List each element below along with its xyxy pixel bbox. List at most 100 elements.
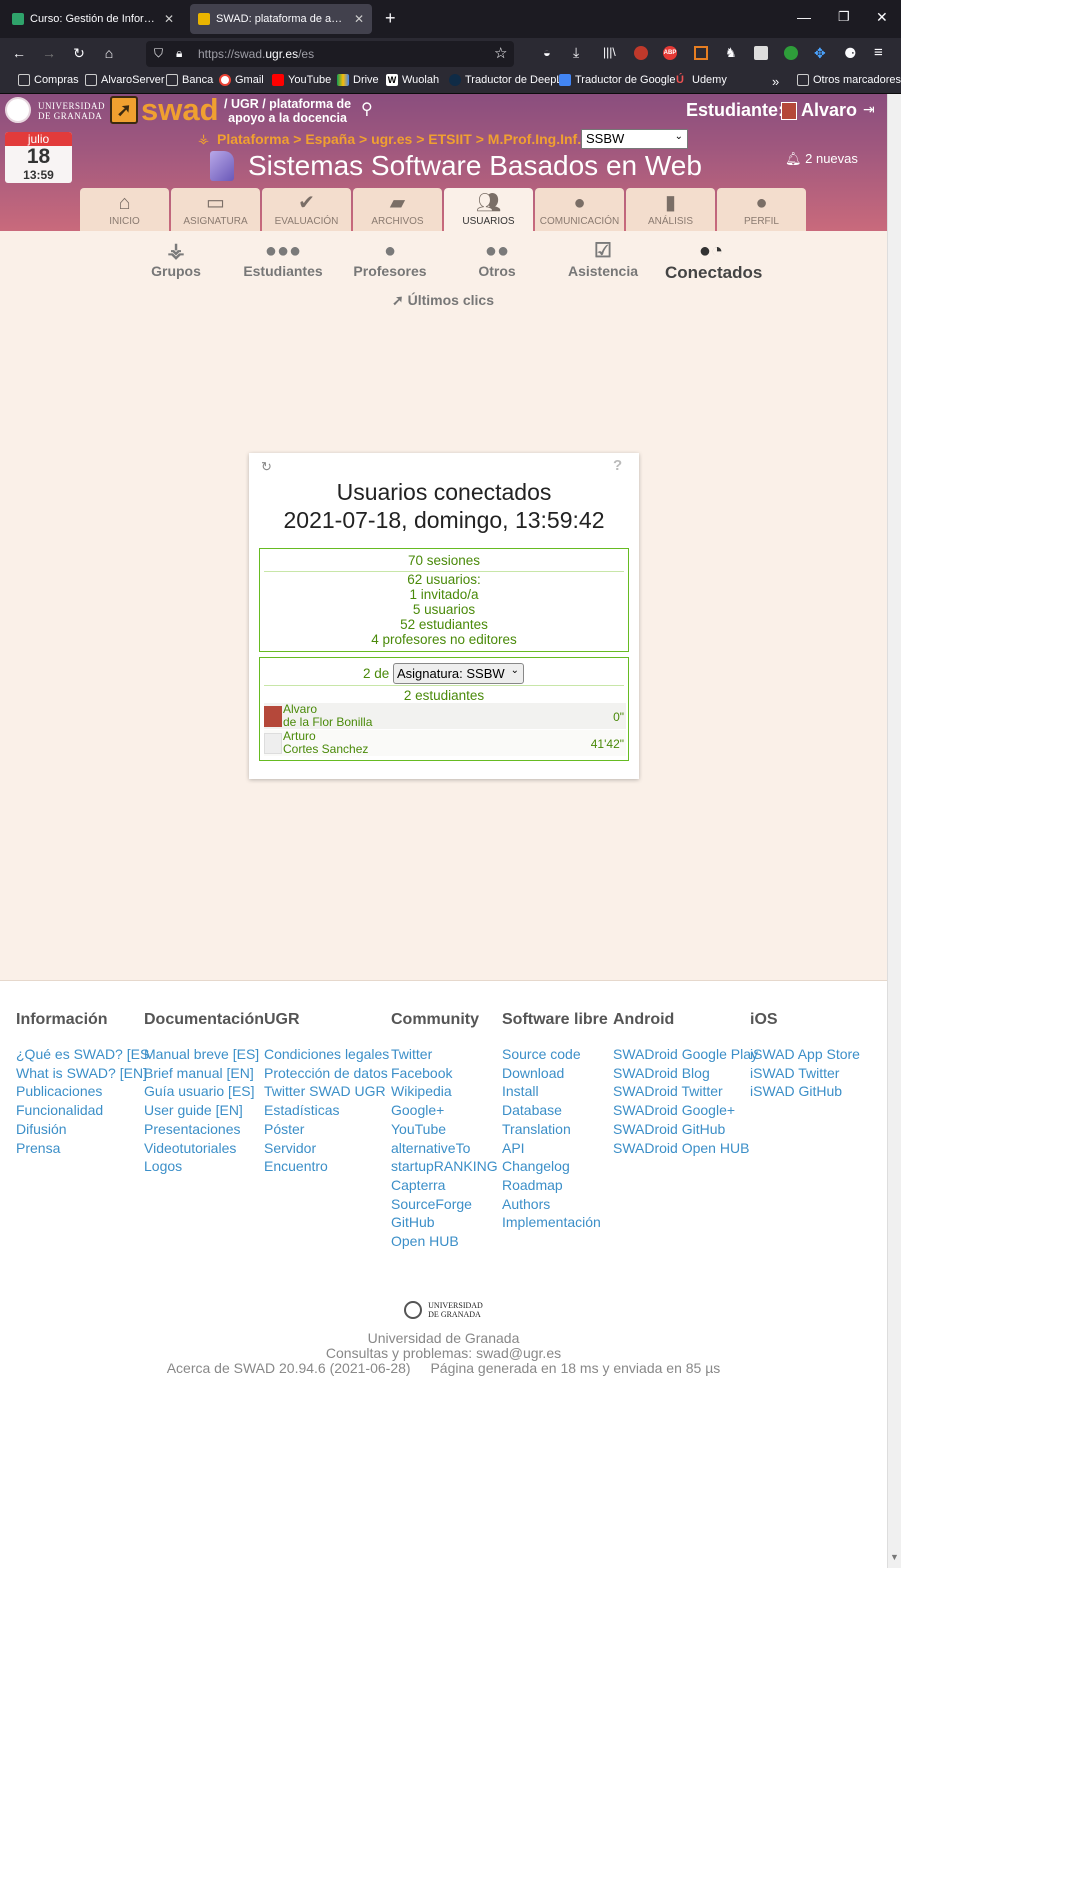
bookmark[interactable]: Gmail — [219, 74, 264, 86]
search-icon[interactable]: ⚲ — [361, 99, 373, 119]
footer-link[interactable]: Servidor — [264, 1139, 389, 1158]
user-name[interactable]: Alvaro — [801, 100, 857, 121]
library-icon[interactable]: |||\ — [603, 45, 616, 59]
footer-link[interactable]: Prensa — [16, 1139, 149, 1158]
subtab-profesores[interactable]: ● Profesores — [345, 239, 435, 279]
lock-icon[interactable]: 🔒︎ — [176, 46, 182, 61]
bookmark-star-icon[interactable]: ☆ — [494, 44, 507, 62]
ugr-crest-icon[interactable] — [5, 97, 31, 123]
footer-link[interactable]: Roadmap — [502, 1176, 608, 1195]
other-bookmarks[interactable]: Otros marcadores — [797, 74, 901, 86]
footer-link[interactable]: Estadísticas — [264, 1101, 389, 1120]
user-full-name[interactable]: Alvaro de la Flor Bonilla — [283, 703, 372, 729]
tab-asignatura[interactable]: ▭ ASIGNATURA — [171, 188, 260, 231]
footer-link[interactable]: iSWAD App Store — [750, 1045, 860, 1064]
swad-logo-text[interactable]: swad — [141, 94, 219, 128]
subtab-otros[interactable]: ●● Otros — [452, 239, 542, 279]
bookmark[interactable]: Traductor de Google — [559, 74, 675, 86]
forward-icon[interactable]: → — [37, 45, 61, 61]
footer-link[interactable]: SWADroid Open HUB — [613, 1139, 758, 1158]
footer-link[interactable]: Videotutoriales — [144, 1139, 264, 1158]
bookmark-folder[interactable]: Banca — [166, 74, 213, 86]
pocket-icon[interactable]: ◒ — [543, 45, 551, 60]
tab-evaluación[interactable]: ✔ EVALUACIÓN — [262, 188, 351, 231]
footer-link[interactable]: ¿Qué es SWAD? [ES — [16, 1045, 149, 1064]
footer-link[interactable]: Implementación — [502, 1213, 608, 1232]
restore-icon[interactable]: ❐ — [838, 9, 850, 25]
footer-link[interactable]: GitHub — [391, 1213, 498, 1232]
back-icon[interactable]: ← — [7, 45, 31, 61]
last-clicks-link[interactable]: ➚ Últimos clics — [392, 292, 494, 309]
refresh-icon[interactable]: ↻ — [261, 459, 272, 475]
adblock-icon[interactable]: ABP — [663, 46, 677, 60]
footer-link[interactable]: API — [502, 1139, 608, 1158]
extension-icon[interactable] — [784, 46, 798, 60]
footer-link[interactable]: Logos — [144, 1157, 264, 1176]
menu-icon[interactable]: ≡ — [874, 44, 883, 61]
tab-análisis[interactable]: ▮ ANÁLISIS — [626, 188, 715, 231]
scroll-down-icon[interactable]: ▼ — [890, 1552, 899, 1562]
footer-link[interactable]: Source code — [502, 1045, 608, 1064]
footer-link[interactable]: Difusión — [16, 1120, 149, 1139]
connected-user-row[interactable]: Alvaro de la Flor Bonilla 0" — [264, 703, 626, 729]
subtab-conectados[interactable]: ●◔ Conectados — [665, 239, 762, 283]
window-close-icon[interactable]: ✕ — [876, 9, 888, 26]
notifications[interactable]: 🔔︎ 2 nuevas — [785, 151, 858, 167]
more-bookmarks-icon[interactable]: » — [772, 74, 779, 89]
extension-icon[interactable]: ✥ — [814, 45, 826, 62]
browser-tab-active[interactable]: SWAD: plataforma de apoyo a la docencia … — [190, 4, 372, 34]
extension-icon[interactable]: ♞ — [725, 45, 737, 61]
footer-link[interactable]: Protección de datos — [264, 1064, 389, 1083]
footer-contact[interactable]: Consultas y problemas: swad@ugr.es — [0, 1346, 887, 1361]
footer-link[interactable]: Download — [502, 1064, 608, 1083]
footer-link[interactable]: Capterra — [391, 1176, 498, 1195]
tab-perfil[interactable]: ● PERFIL — [717, 188, 806, 231]
help-icon[interactable]: ? — [613, 457, 622, 474]
subtab-asistencia[interactable]: ☑ Asistencia — [558, 239, 648, 279]
footer-link[interactable]: Twitter — [391, 1045, 498, 1064]
subtab-grupos[interactable]: ⚶ Grupos — [131, 239, 221, 279]
user-full-name[interactable]: Arturo Cortes Sanchez — [283, 730, 368, 756]
footer-link[interactable]: SWADroid Twitter — [613, 1082, 758, 1101]
footer-link[interactable]: User guide [EN] — [144, 1101, 264, 1120]
footer-link[interactable]: What is SWAD? [EN] — [16, 1064, 149, 1083]
footer-link[interactable]: Install — [502, 1082, 608, 1101]
ugr-logo-text[interactable]: UNIVERSIDAD DE GRANADA — [38, 101, 105, 121]
footer-university[interactable]: Universidad de Granada — [0, 1331, 887, 1346]
close-tab-icon[interactable]: ✕ — [354, 12, 364, 26]
bookmark[interactable]: Drive — [337, 74, 379, 86]
footer-link[interactable]: Póster — [264, 1120, 389, 1139]
footer-link[interactable]: YouTube — [391, 1120, 498, 1139]
footer-link[interactable]: Encuentro — [264, 1157, 389, 1176]
shield-icon[interactable]: ⛉ — [154, 46, 163, 61]
url-text[interactable]: https://swad.ugr.es/es — [198, 47, 314, 61]
subtab-estudiantes[interactable]: ●●● Estudiantes — [238, 239, 328, 279]
extension-icon[interactable] — [694, 46, 708, 60]
swad-logo-icon[interactable]: ➚ — [110, 96, 138, 124]
footer-link[interactable]: SWADroid Blog — [613, 1064, 758, 1083]
url-bar[interactable]: ⛉ 🔒︎ https://swad.ugr.es/es ☆ — [146, 41, 514, 67]
footer-link[interactable]: Manual breve [ES] — [144, 1045, 264, 1064]
bookmark[interactable]: Ú Udemy — [676, 74, 727, 86]
footer-link[interactable]: SourceForge — [391, 1195, 498, 1214]
connected-user-row[interactable]: Arturo Cortes Sanchez 41'42" — [264, 730, 626, 756]
footer-link[interactable]: Facebook — [391, 1064, 498, 1083]
footer-link[interactable]: Funcionalidad — [16, 1101, 149, 1120]
footer-about[interactable]: Acerca de SWAD 20.94.6 (2021-06-28) — [167, 1360, 411, 1376]
bookmark[interactable]: YouTube — [272, 74, 331, 86]
close-tab-icon[interactable]: ✕ — [164, 12, 174, 26]
footer-link[interactable]: Translation — [502, 1120, 608, 1139]
footer-link[interactable]: Changelog — [502, 1157, 608, 1176]
footer-link[interactable]: Condiciones legales — [264, 1045, 389, 1064]
tab-comunicación[interactable]: ● COMUNICACIÓN — [535, 188, 624, 231]
footer-link[interactable]: SWADroid Google Play — [613, 1045, 758, 1064]
footer-link[interactable]: Publicaciones — [16, 1082, 149, 1101]
footer-link[interactable]: Database — [502, 1101, 608, 1120]
logout-icon[interactable]: ⇥ — [863, 101, 875, 118]
browser-tab[interactable]: Curso: Gestión de Información en la Web … — [4, 4, 182, 34]
footer-link[interactable]: Presentaciones — [144, 1120, 264, 1139]
footer-link[interactable]: Twitter SWAD UGR — [264, 1082, 389, 1101]
breadcrumb[interactable]: Plataforma > España > ugr.es > ETSIIT > … — [217, 131, 593, 147]
reload-icon[interactable]: ↻ — [67, 45, 91, 62]
tab-archivos[interactable]: ▰ ARCHIVOS — [353, 188, 442, 231]
